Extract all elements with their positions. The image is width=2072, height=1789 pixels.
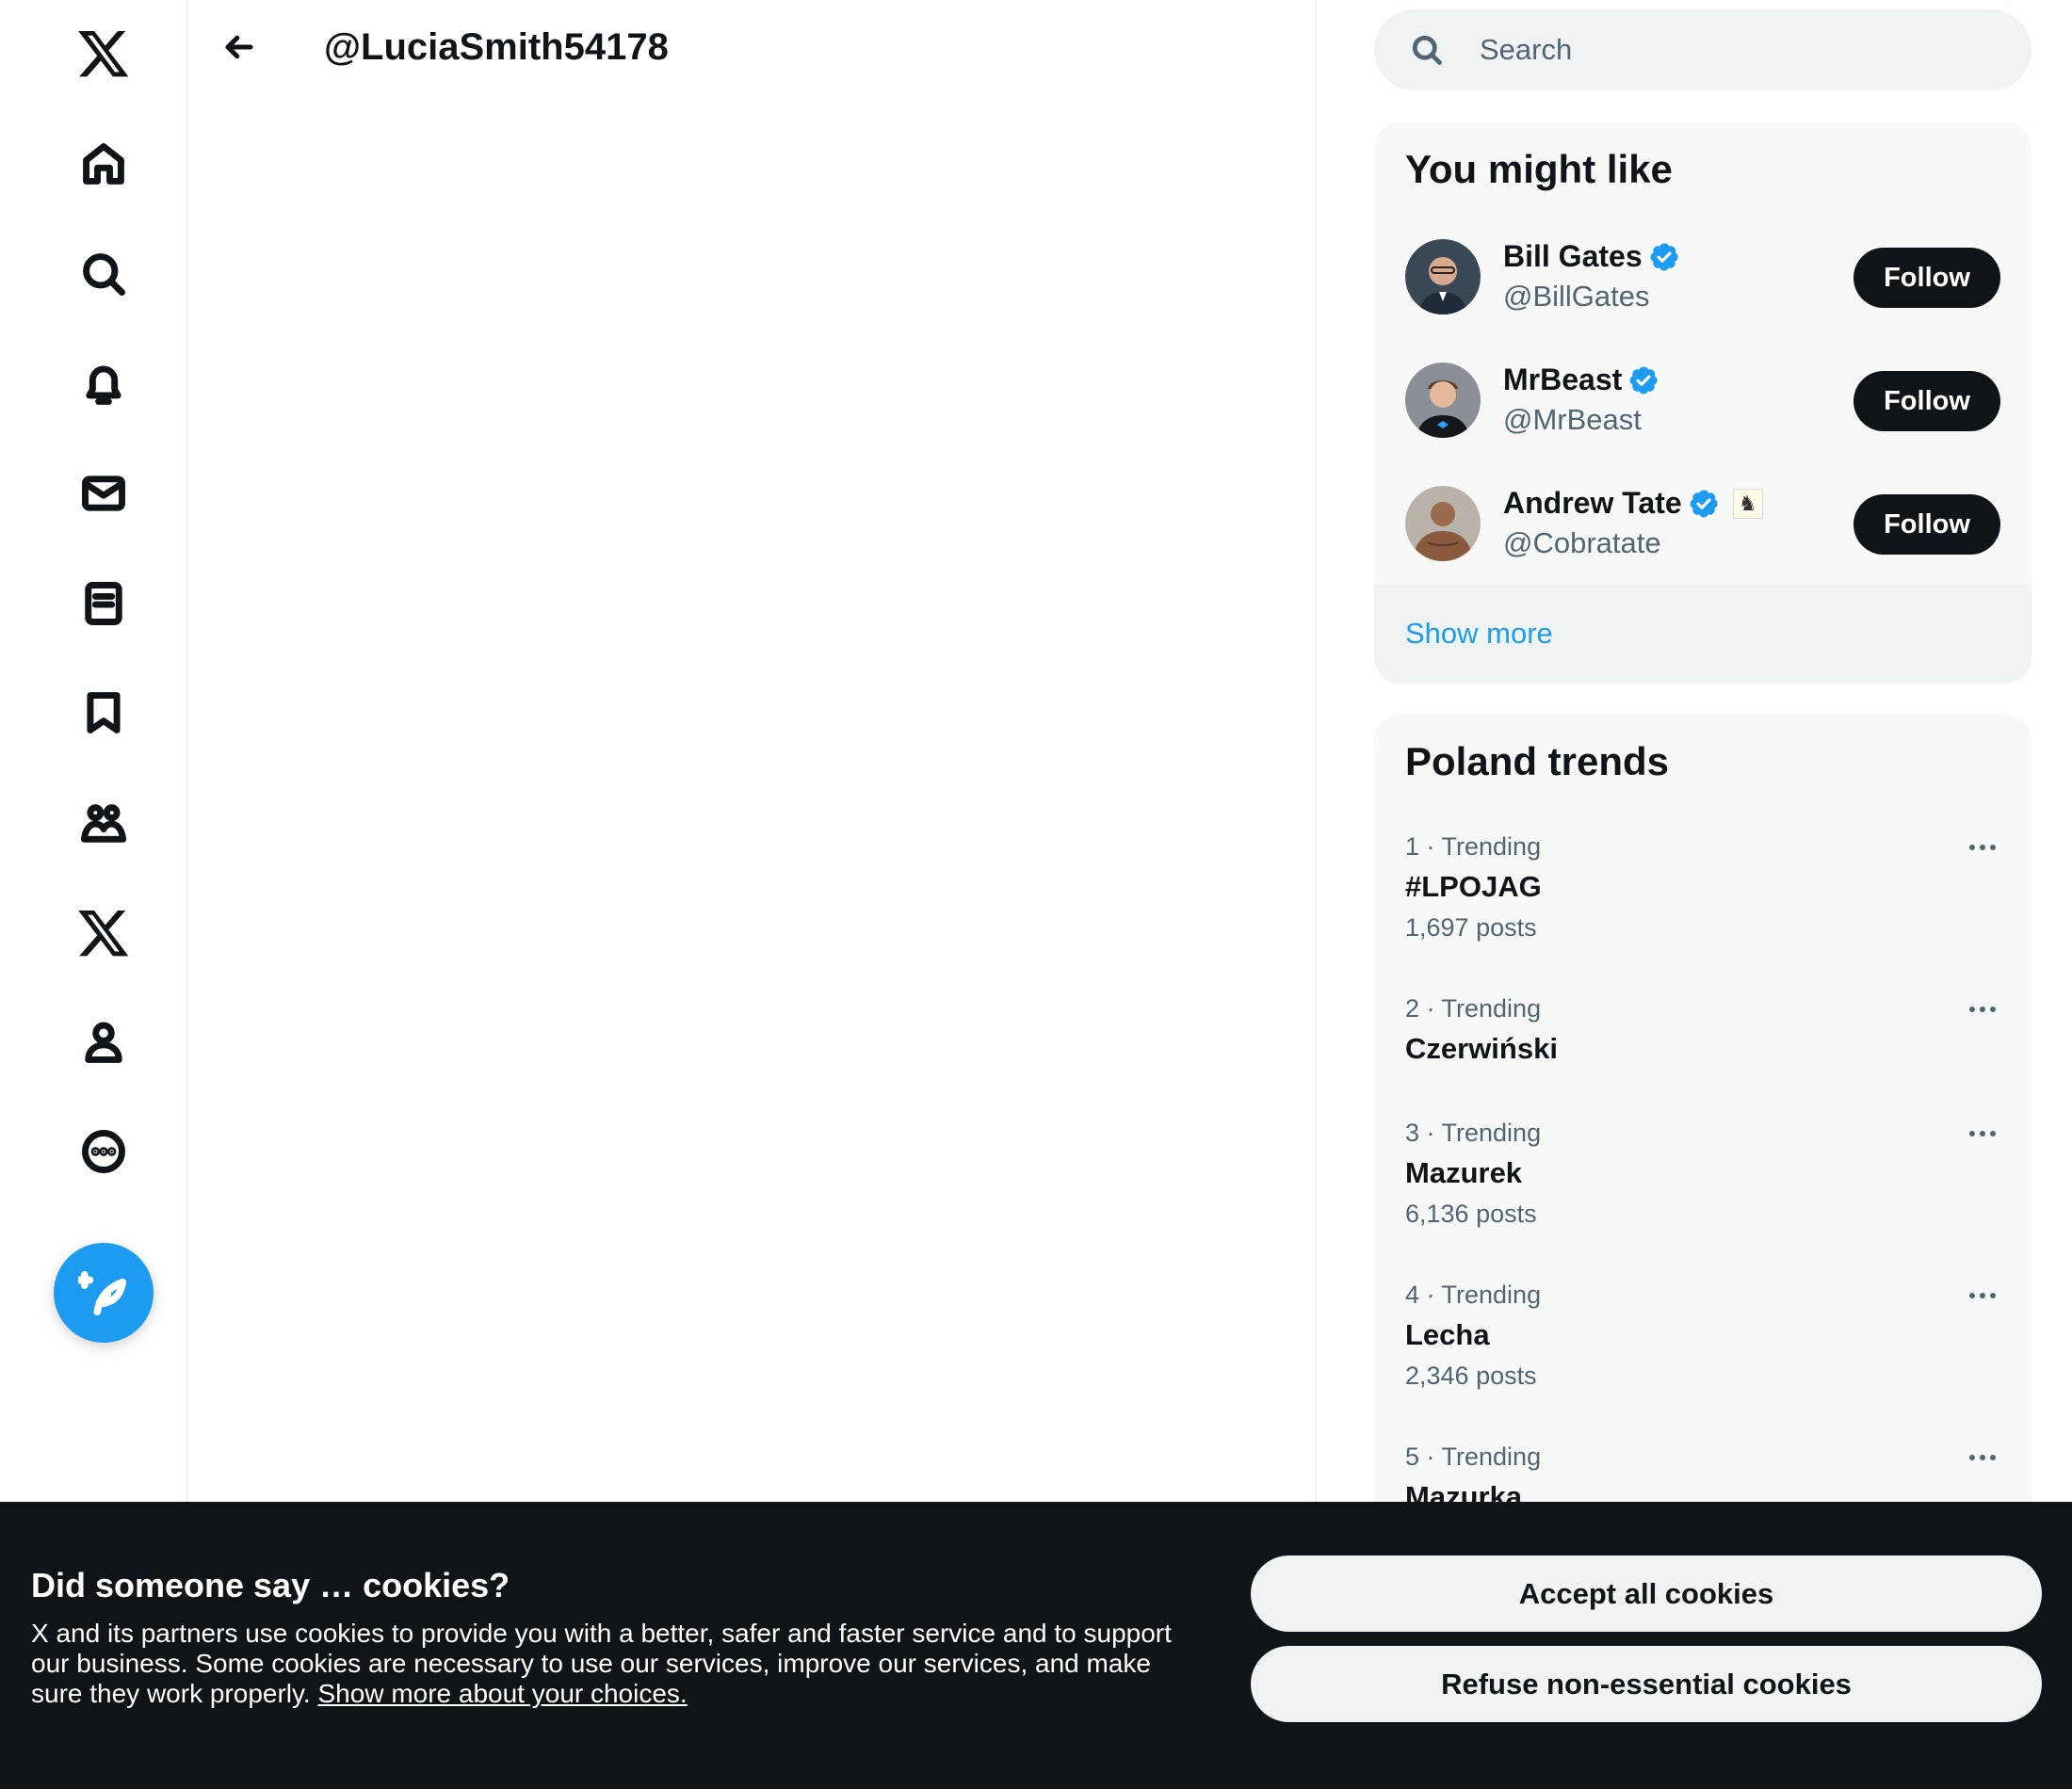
trends-title: Poland trends [1405, 739, 1670, 783]
user-name: Andrew Tate [1503, 486, 1682, 520]
trend-count: 1,697 posts [1405, 913, 1537, 942]
trend-name: #LPOJAG [1405, 870, 1542, 903]
explore-icon[interactable] [71, 241, 137, 307]
compose-post-icon [78, 1271, 127, 1316]
more-icon[interactable] [71, 1119, 137, 1185]
home-icon[interactable] [71, 131, 137, 197]
verified-badge-icon [1688, 488, 1720, 520]
follow-button[interactable]: Follow [1853, 248, 2000, 308]
accept-cookies-button[interactable]: Accept all cookies [1251, 1555, 2042, 1632]
trend-name: Lecha [1405, 1318, 1490, 1351]
cookie-title: Did someone say … cookies? [31, 1566, 510, 1604]
show-more-link[interactable]: Show more [1405, 617, 1553, 651]
show-more-row[interactable]: Show more [1374, 585, 2032, 684]
lists-icon[interactable] [71, 571, 137, 637]
search-box[interactable] [1374, 9, 2032, 90]
trend-more-icon[interactable] [1956, 1113, 2009, 1154]
trend-more-icon[interactable] [1956, 1437, 2009, 1478]
messages-icon[interactable] [71, 460, 137, 526]
trend-meta: 4 · Trending [1405, 1281, 1542, 1309]
trend-meta: 3 · Trending [1405, 1119, 1542, 1147]
communities-icon[interactable] [71, 790, 137, 856]
user-name: MrBeast [1503, 363, 1623, 396]
notifications-icon[interactable] [71, 351, 137, 417]
search-icon [1412, 35, 1442, 65]
affiliate-badge-icon: ♞ [1732, 488, 1763, 519]
back-arrow-icon [225, 35, 253, 59]
trend-meta: 5 · Trending [1405, 1442, 1542, 1471]
follow-button[interactable]: Follow [1853, 494, 2000, 555]
avatar[interactable] [1405, 363, 1481, 438]
verified-badge-icon [1627, 364, 1659, 396]
suggested-user[interactable]: Bill Gates @BillGates Follow [1374, 217, 2032, 339]
trend-count: 2,346 posts [1405, 1362, 1537, 1390]
user-handle: @MrBeast [1503, 403, 1642, 436]
back-button[interactable] [211, 19, 267, 75]
user-name-line: Andrew Tate ♞ [1503, 486, 1763, 521]
follow-button[interactable]: Follow [1853, 371, 2000, 431]
page-title: @LuciaSmith54178 [324, 26, 669, 68]
who-to-follow-title: You might like [1405, 147, 1673, 191]
avatar[interactable] [1405, 486, 1481, 561]
suggested-user[interactable]: Andrew Tate ♞ @Cobratate Follow [1374, 463, 2032, 586]
cookie-choices-link[interactable]: Show more about your choices. [318, 1679, 688, 1708]
refuse-cookies-button[interactable]: Refuse non-essential cookies [1251, 1646, 2042, 1722]
trend-meta: 2 · Trending [1405, 994, 1542, 1023]
user-name-line: MrBeast [1503, 363, 1659, 397]
avatar[interactable] [1405, 239, 1481, 314]
suggested-user[interactable]: MrBeast @MrBeast Follow [1374, 340, 2032, 462]
trend-name: Czerwiński [1405, 1032, 1558, 1065]
trend-meta: 1 · Trending [1405, 832, 1542, 861]
trend-count: 6,136 posts [1405, 1200, 1537, 1228]
user-handle: @BillGates [1503, 280, 1650, 313]
cookie-text: X and its partners use cookies to provid… [31, 1619, 1199, 1709]
compose-post-button[interactable] [54, 1243, 154, 1343]
search-input[interactable] [1480, 26, 2007, 73]
trend-more-icon[interactable] [1956, 989, 2009, 1030]
x-logo-icon[interactable] [71, 20, 137, 86]
premium-icon[interactable] [71, 899, 137, 965]
bookmarks-icon[interactable] [71, 680, 137, 746]
user-name: Bill Gates [1503, 239, 1643, 273]
user-name-line: Bill Gates [1503, 239, 1680, 274]
who-to-follow-card: You might like Bill Gates @BillGates Fol… [1374, 122, 2032, 684]
trend-more-icon[interactable] [1956, 1275, 2009, 1316]
cookie-banner: Did someone say … cookies? X and its par… [0, 1502, 2072, 1789]
trend-more-icon[interactable] [1956, 827, 2009, 868]
verified-badge-icon [1648, 241, 1680, 273]
profile-icon[interactable] [71, 1009, 137, 1075]
user-handle: @Cobratate [1503, 526, 1661, 559]
trend-name: Mazurek [1405, 1156, 1523, 1189]
